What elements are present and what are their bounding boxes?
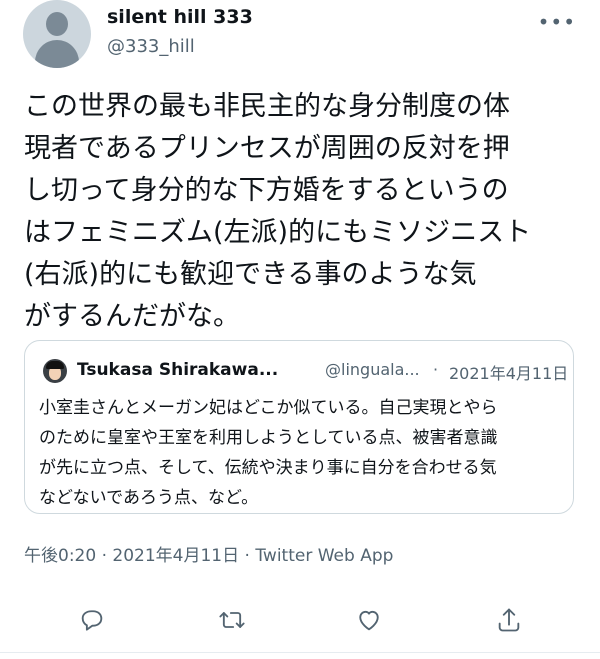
tweet-text: この世界の最も非民主的な身分制度の体 現者であるプリンセスが周囲の反対を押 し切… [24,91,532,332]
quoted-text: 小室圭さんとメーガン妃はどこか似ている。自己実現とやら のために皇室や王室を利用… [39,398,498,508]
quoted-author-handle: @linguala... [325,360,420,379]
avatar-head [46,12,68,36]
quoted-tweet[interactable]: Tsukasa Shirakawa... @linguala... · 2021… [24,340,574,514]
quoted-avatar [43,359,67,383]
tweet-time[interactable]: 午後0:20 [24,546,96,566]
author-name[interactable]: silent hill 333 [107,6,253,28]
tweet: silent hill 333 @333_hill ••• この世界の最も非民主… [0,0,600,659]
tweet-source[interactable]: Twitter Web App [255,546,393,566]
heart-icon [359,610,379,631]
retweet-button[interactable] [212,600,252,640]
reply-button[interactable] [72,600,112,640]
avatar-hair [46,361,64,369]
tweet-meta: 午後0:20 · 2021年4月11日 · Twitter Web App [24,541,393,566]
avatar[interactable] [23,0,91,68]
meta-separator: · [101,546,107,566]
avatar-body [35,40,79,68]
tweet-date[interactable]: 2021年4月11日 [112,546,239,566]
reply-icon [81,610,103,631]
author-handle[interactable]: @333_hill [107,36,195,57]
more-icon[interactable]: ••• [538,10,576,34]
quoted-author-name: Tsukasa Shirakawa... [77,360,279,380]
action-bar [0,600,600,640]
retweet-icon [219,612,245,628]
quoted-separator: · [433,360,439,379]
share-icon [498,608,520,632]
meta-separator: · [244,546,250,566]
quoted-date: 2021年4月11日 [449,364,569,383]
divider [0,652,600,653]
share-button[interactable] [489,600,529,640]
like-button[interactable] [349,600,389,640]
